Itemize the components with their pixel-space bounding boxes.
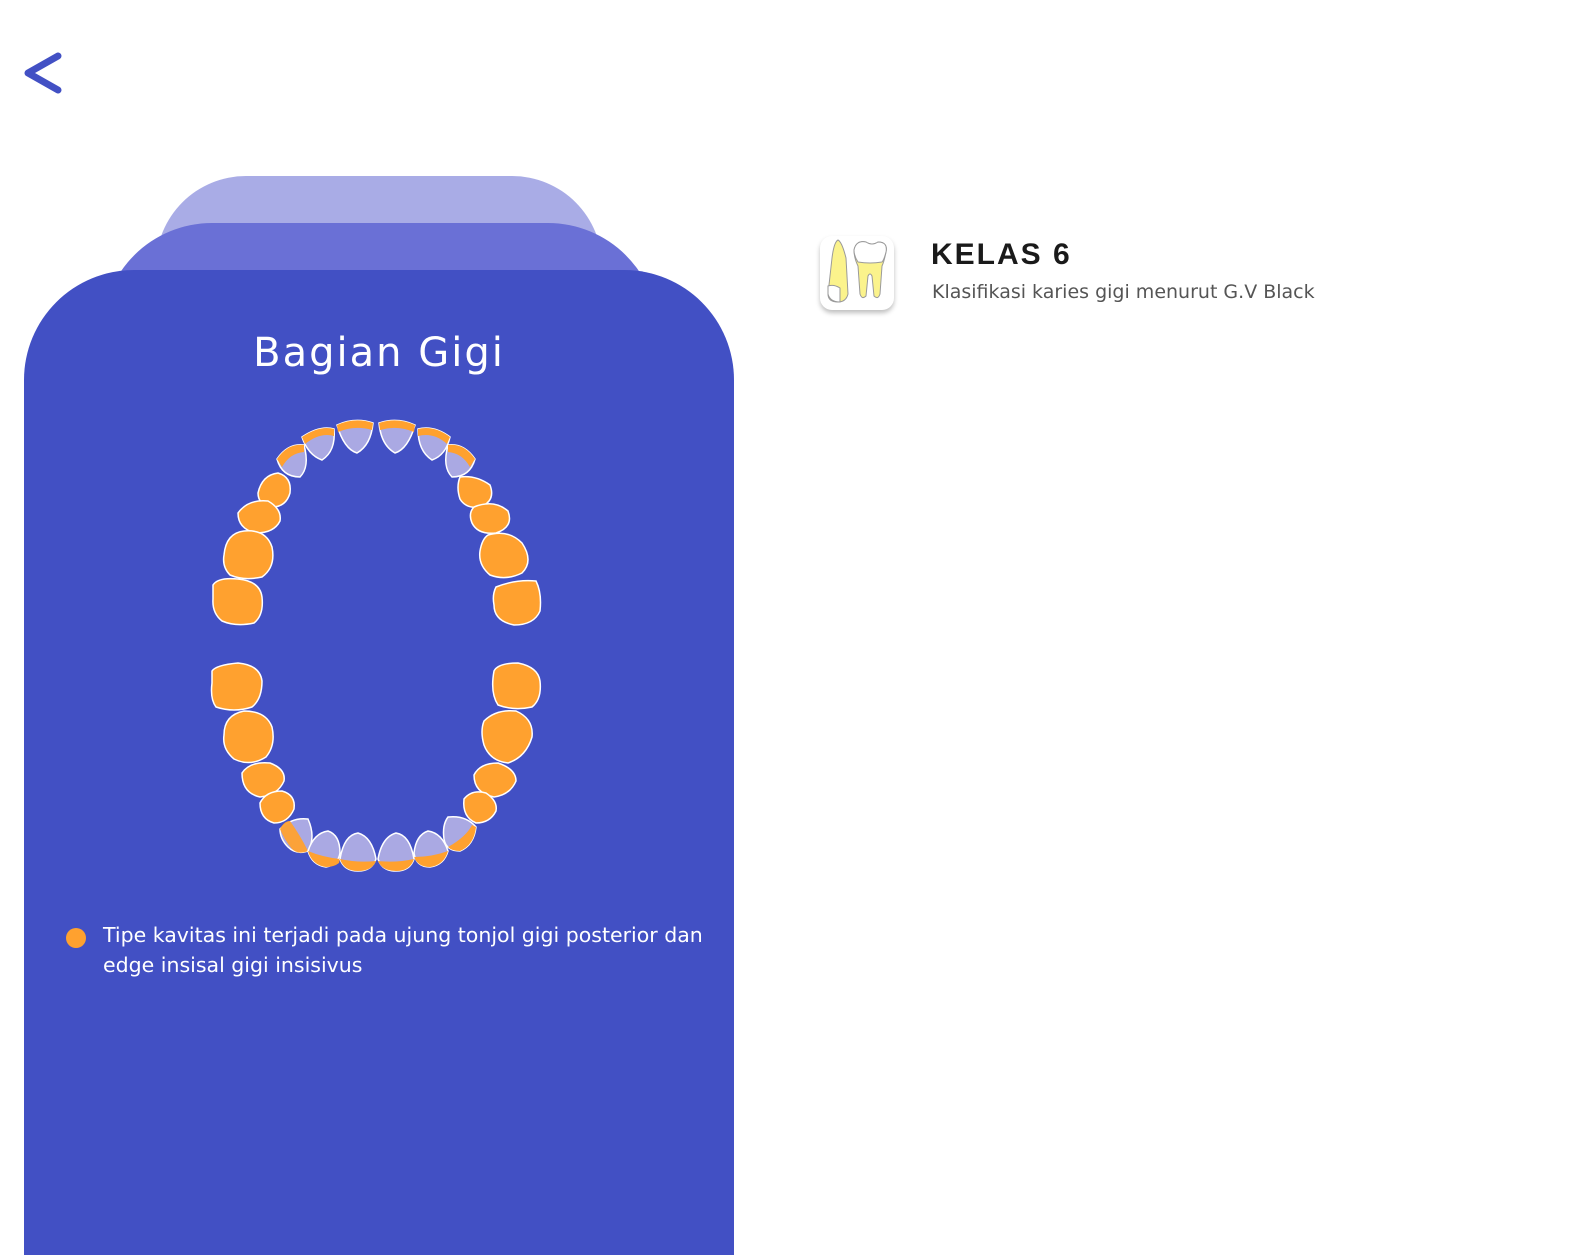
tooth-lower-molar2-left xyxy=(210,662,263,711)
tooth-lower-molar2-right xyxy=(491,662,542,710)
tooth-upper-premolar1-right xyxy=(457,475,493,509)
tooth-upper-central-left xyxy=(336,419,374,454)
chevron-left-icon xyxy=(24,52,62,94)
tooth-upper-molar1-left xyxy=(222,530,274,580)
tooth-upper-molar2-left xyxy=(212,577,264,626)
class-title: KELAS 6 xyxy=(931,238,1072,271)
screen: Bagian Gigi Tipe kavitas ini terjadi pad… xyxy=(0,0,1588,1255)
upper-arch xyxy=(212,419,542,626)
class-subtitle: Klasifikasi karies gigi menurut G.V Blac… xyxy=(932,281,1315,303)
tooth-lower-molar1-right xyxy=(481,709,533,764)
legend-marker xyxy=(66,928,86,948)
tooth-upper-central-right xyxy=(378,419,416,454)
panel-title: Bagian Gigi xyxy=(253,330,505,376)
tooth-lower-central-left xyxy=(339,832,377,872)
tooth-upper-canine-left xyxy=(276,444,307,478)
tooth-upper-lateral-left xyxy=(301,427,335,461)
tooth-upper-premolar2-right xyxy=(469,503,511,535)
tooth-lower-canine-right xyxy=(442,815,477,852)
back-button[interactable] xyxy=(18,46,74,102)
class-header: KELAS 6 Klasifikasi karies gigi menurut … xyxy=(820,236,1520,316)
legend-text: Tipe kavitas ini terjadi pada ujung tonj… xyxy=(103,923,703,977)
lower-arch xyxy=(210,662,542,872)
tooth-lower-lateral-left xyxy=(307,830,341,868)
main-panel: Bagian Gigi Tipe kavitas ini terjadi pad… xyxy=(24,270,734,1255)
dental-arch-diagram xyxy=(210,419,542,872)
tooth-lower-premolar1-right xyxy=(463,791,498,824)
tooth-lower-molar1-left xyxy=(222,710,274,764)
tooth-upper-canine-right xyxy=(445,444,476,478)
tooth-upper-molar2-right xyxy=(492,579,542,626)
tooth-icon xyxy=(820,236,894,310)
tooth-lower-central-right xyxy=(377,832,415,872)
tooth-upper-lateral-right xyxy=(417,427,451,461)
tooth-upper-premolar2-left xyxy=(237,500,281,534)
tooth-lower-lateral-right xyxy=(413,830,449,868)
teeth-part-card: Bagian Gigi Tipe kavitas ini terjadi pad… xyxy=(24,176,734,1255)
tooth-lower-canine-left xyxy=(279,817,313,854)
tooth-upper-molar1-right xyxy=(478,532,529,579)
tooth-lower-premolar1-left xyxy=(259,790,295,824)
